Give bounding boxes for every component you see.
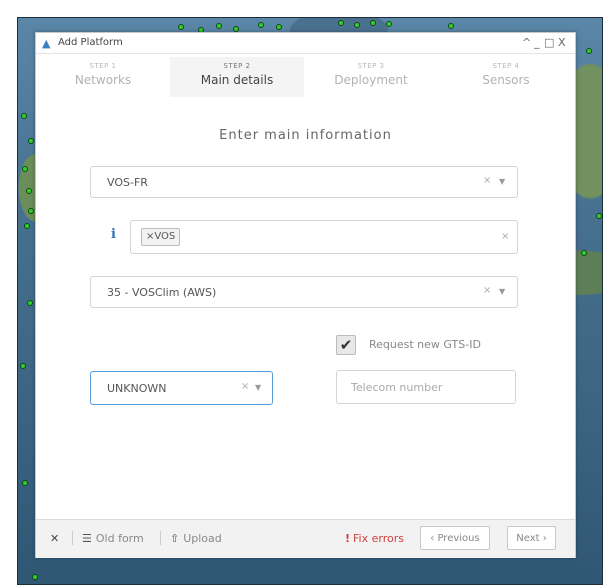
step-label: Sensors bbox=[482, 73, 530, 87]
step-main-details[interactable]: STEP 2 Main details bbox=[170, 57, 304, 97]
platform-marker[interactable] bbox=[276, 24, 282, 30]
model-select[interactable]: 35 - VOSClim (AWS) × ▼ bbox=[90, 276, 518, 308]
platform-marker[interactable] bbox=[26, 188, 32, 194]
unknown-select[interactable]: UNKNOWN × ▼ bbox=[90, 371, 273, 405]
network-select[interactable]: VOS-FR × ▼ bbox=[90, 166, 518, 198]
clear-icon[interactable]: × bbox=[483, 175, 491, 186]
chevron-left-icon: ‹ bbox=[430, 533, 435, 544]
platform-marker[interactable] bbox=[21, 113, 27, 119]
platform-marker[interactable] bbox=[581, 250, 587, 256]
divider bbox=[72, 531, 73, 545]
previous-label: Previous bbox=[437, 533, 480, 544]
form-heading: Enter main information bbox=[219, 128, 392, 143]
select-value: VOS-FR bbox=[107, 176, 148, 189]
platform-marker[interactable] bbox=[258, 22, 264, 28]
dialog-title: Add Platform bbox=[58, 37, 123, 48]
step-label: Networks bbox=[74, 73, 132, 87]
platform-marker[interactable] bbox=[22, 166, 28, 172]
platform-marker[interactable] bbox=[216, 23, 222, 29]
clear-icon[interactable]: × bbox=[241, 381, 249, 392]
telecom-field bbox=[336, 370, 516, 404]
dialog-footer: ✕ ☰ Old form ⇧ Upload ! Fix errors ‹ Previo… bbox=[36, 519, 575, 558]
old-form-label: Old form bbox=[95, 532, 144, 545]
clear-icon[interactable]: × bbox=[501, 231, 509, 242]
platform-marker[interactable] bbox=[370, 20, 376, 26]
gts-checkbox[interactable]: ✔ bbox=[336, 335, 356, 355]
telecom-number-input[interactable] bbox=[337, 371, 515, 403]
platform-marker[interactable] bbox=[354, 22, 360, 28]
maximize-icon[interactable]: □ bbox=[544, 36, 554, 49]
step-number: STEP 4 bbox=[492, 62, 520, 70]
step-number: STEP 3 bbox=[357, 62, 385, 70]
platform-marker[interactable] bbox=[22, 480, 28, 486]
platform-marker[interactable] bbox=[386, 21, 392, 27]
upload-icon: ⇧ bbox=[170, 532, 180, 545]
old-form-button[interactable]: ☰ Old form bbox=[82, 532, 144, 545]
collapse-icon[interactable]: ^ bbox=[522, 36, 531, 49]
step-label: Deployment bbox=[334, 73, 408, 87]
previous-button[interactable]: ‹ Previous bbox=[420, 526, 490, 550]
upload-button[interactable]: ⇧ Upload bbox=[170, 532, 222, 545]
select-value: UNKNOWN bbox=[107, 382, 167, 395]
platform-marker[interactable] bbox=[28, 138, 34, 144]
chevron-down-icon[interactable]: ▼ bbox=[499, 177, 505, 186]
platform-marker[interactable] bbox=[32, 574, 38, 580]
clear-icon[interactable]: × bbox=[483, 285, 491, 296]
step-networks[interactable]: STEP 1 Networks bbox=[36, 57, 170, 97]
chevron-down-icon[interactable]: ▼ bbox=[255, 383, 261, 392]
step-number: STEP 2 bbox=[223, 62, 251, 70]
tag-label: VOS bbox=[154, 231, 176, 242]
select-value: 35 - VOSClim (AWS) bbox=[107, 286, 217, 299]
fix-errors-label: Fix errors bbox=[353, 532, 404, 545]
close-window-icon[interactable]: X bbox=[558, 36, 566, 49]
user-icon: ▲ bbox=[42, 37, 51, 50]
list-icon: ☰ bbox=[82, 532, 92, 545]
tag-chip-vos[interactable]: ×VOS bbox=[141, 228, 181, 246]
platform-marker[interactable] bbox=[178, 24, 184, 30]
step-label: Main details bbox=[200, 73, 274, 87]
next-button[interactable]: Next › bbox=[507, 526, 556, 550]
platform-marker[interactable] bbox=[596, 213, 602, 219]
platform-marker[interactable] bbox=[24, 223, 30, 229]
close-icon[interactable]: ✕ bbox=[50, 532, 59, 545]
platform-marker[interactable] bbox=[27, 300, 33, 306]
upload-label: Upload bbox=[183, 532, 222, 545]
step-number: STEP 1 bbox=[89, 62, 117, 70]
next-label: Next bbox=[516, 533, 540, 544]
chevron-down-icon[interactable]: ▼ bbox=[499, 287, 505, 296]
fix-errors-button[interactable]: ! Fix errors bbox=[345, 532, 404, 545]
platform-marker[interactable] bbox=[448, 23, 454, 29]
checkmark-icon: ✔ bbox=[339, 336, 353, 354]
wizard-steps: STEP 1 Networks STEP 2 Main details STEP… bbox=[36, 57, 575, 97]
platform-marker[interactable] bbox=[586, 48, 592, 54]
gts-checkbox-label: Request new GTS-ID bbox=[369, 338, 481, 351]
chevron-right-icon: › bbox=[542, 533, 547, 544]
exclamation-icon: ! bbox=[345, 532, 351, 545]
platform-marker[interactable] bbox=[28, 208, 34, 214]
info-icon[interactable]: i bbox=[111, 227, 116, 242]
step-deployment[interactable]: STEP 3 Deployment bbox=[304, 57, 438, 97]
tag-multiselect[interactable]: ×VOS × bbox=[130, 220, 518, 254]
divider bbox=[160, 531, 161, 545]
platform-marker[interactable] bbox=[338, 20, 344, 26]
minimize-icon[interactable]: _ bbox=[534, 36, 540, 49]
add-platform-dialog: ▲ Add Platform ^ _ □ X STEP 1 Networks S… bbox=[35, 32, 576, 558]
platform-marker[interactable] bbox=[20, 363, 26, 369]
step-sensors[interactable]: STEP 4 Sensors bbox=[439, 57, 573, 97]
dialog-titlebar[interactable]: ▲ Add Platform ^ _ □ X bbox=[36, 33, 575, 54]
